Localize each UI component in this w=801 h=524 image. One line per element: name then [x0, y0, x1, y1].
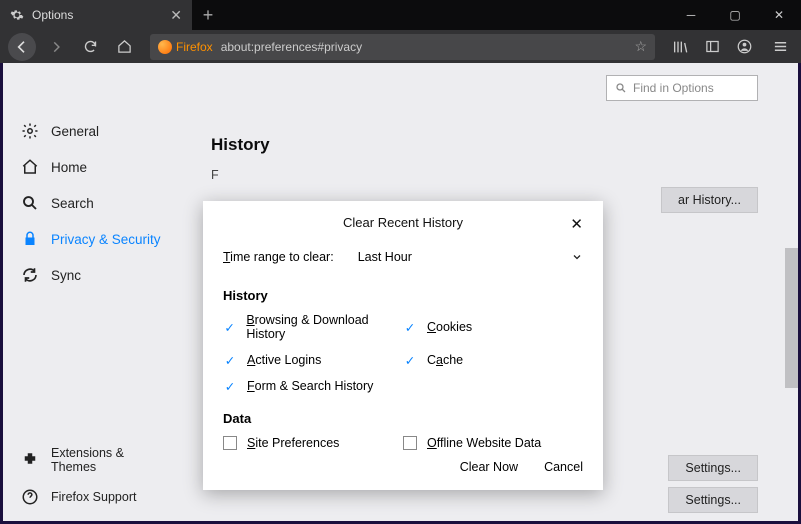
sidebar-item-extensions[interactable]: Extensions & Themes — [3, 439, 181, 481]
bookmark-star-icon[interactable]: ☆ — [634, 38, 647, 55]
browser-tab[interactable]: Options ✕ — [0, 0, 192, 30]
scrollbar-thumb[interactable] — [785, 248, 798, 388]
back-button[interactable] — [8, 33, 36, 61]
clear-now-button[interactable]: Clear Now — [460, 460, 518, 474]
sidebar-icon[interactable] — [699, 39, 725, 54]
checkbox-active-logins[interactable]: ✓ Active Logins — [223, 353, 403, 367]
checkbox-label: Active Logins — [247, 353, 321, 367]
sidebar-label: Home — [51, 160, 87, 175]
toolbar: Firefox about:preferences#privacy ☆ — [0, 30, 801, 63]
minimize-button[interactable]: ─ — [669, 0, 713, 30]
obscured-text: F — [211, 163, 768, 188]
identity-label: Firefox — [176, 40, 213, 54]
sidebar-label: Firefox Support — [51, 490, 136, 504]
checkbox-label: Site Preferences — [247, 436, 339, 450]
checkbox-offline-data[interactable]: Offline Website Data — [403, 436, 583, 450]
sidebar-label: Privacy & Security — [51, 232, 161, 247]
chevron-down-icon — [571, 251, 583, 263]
sidebar-item-search[interactable]: Search — [3, 185, 181, 221]
cancel-button[interactable]: Cancel — [544, 460, 583, 474]
dialog-history-heading: History — [223, 288, 583, 303]
identity-box[interactable]: Firefox — [158, 40, 213, 54]
forward-button[interactable] — [42, 33, 70, 61]
close-button[interactable]: ✕ — [757, 0, 801, 30]
checkbox-cookies[interactable]: ✓ Cookies — [403, 313, 583, 341]
sidebar-item-general[interactable]: General — [3, 113, 181, 149]
sidebar-label: Search — [51, 196, 94, 211]
url-text: about:preferences#privacy — [221, 40, 362, 54]
time-range-label: Time range to clear: — [223, 250, 334, 264]
gear-icon — [10, 8, 24, 22]
camera-settings-button[interactable]: Settings... — [668, 487, 758, 513]
firefox-icon — [158, 40, 172, 54]
checkbox-form-history[interactable]: ✓ Form & Search History — [223, 379, 403, 393]
check-icon: ✓ — [403, 353, 417, 367]
tab-title: Options — [32, 8, 73, 22]
sidebar-item-support[interactable]: Firefox Support — [3, 481, 181, 513]
history-heading: History — [211, 135, 768, 155]
checkbox-label: Browsing & Download History — [246, 313, 403, 341]
sidebar-item-privacy[interactable]: Privacy & Security — [3, 221, 181, 257]
new-tab-button[interactable]: + — [192, 0, 224, 30]
sidebar-item-home[interactable]: Home — [3, 149, 181, 185]
dialog-data-heading: Data — [223, 411, 583, 426]
checkbox-empty-icon — [403, 436, 417, 450]
sidebar-label: Sync — [51, 268, 81, 283]
sidebar-label: General — [51, 124, 99, 139]
account-icon[interactable] — [731, 39, 757, 54]
category-sidebar: General Home Search Privacy & Security S… — [3, 63, 181, 521]
dialog-title: Clear Recent History — [343, 215, 463, 230]
location-settings-button[interactable]: Settings... — [668, 455, 758, 481]
reload-button[interactable] — [76, 33, 104, 61]
window-controls: ─ ▢ ✕ — [669, 0, 801, 30]
sidebar-item-sync[interactable]: Sync — [3, 257, 181, 293]
time-range-value: Last Hour — [358, 250, 412, 264]
checkbox-label: Cache — [427, 353, 463, 367]
check-icon: ✓ — [223, 320, 236, 334]
find-in-options-input[interactable]: Find in Options — [606, 75, 758, 101]
checkbox-label: Cookies — [427, 320, 472, 334]
home-button[interactable] — [110, 33, 138, 61]
clear-history-dialog: Clear Recent History ✕ Time range to cle… — [203, 201, 603, 490]
titlebar: Options ✕ + ─ ▢ ✕ — [0, 0, 801, 30]
tab-close-icon[interactable]: ✕ — [170, 7, 182, 24]
sidebar-label: Extensions & Themes — [51, 446, 163, 474]
menu-icon[interactable] — [767, 39, 793, 54]
library-icon[interactable] — [667, 39, 693, 55]
search-placeholder: Find in Options — [633, 81, 714, 95]
checkbox-empty-icon — [223, 436, 237, 450]
checkbox-label: Offline Website Data — [427, 436, 541, 450]
check-icon: ✓ — [223, 353, 237, 367]
preferences-page: General Home Search Privacy & Security S… — [3, 63, 798, 521]
maximize-button[interactable]: ▢ — [713, 0, 757, 30]
dialog-close-icon[interactable]: ✕ — [570, 215, 583, 233]
checkbox-label: Form & Search History — [247, 379, 373, 393]
check-icon: ✓ — [223, 379, 237, 393]
check-icon: ✓ — [403, 320, 417, 334]
url-bar[interactable]: Firefox about:preferences#privacy ☆ — [150, 34, 655, 60]
checkbox-cache[interactable]: ✓ Cache — [403, 353, 583, 367]
time-range-select[interactable]: Last Hour — [358, 250, 583, 264]
checkbox-browsing-history[interactable]: ✓ Browsing & Download History — [223, 313, 403, 341]
clear-history-button[interactable]: ar History... — [661, 187, 758, 213]
checkbox-site-preferences[interactable]: Site Preferences — [223, 436, 403, 450]
